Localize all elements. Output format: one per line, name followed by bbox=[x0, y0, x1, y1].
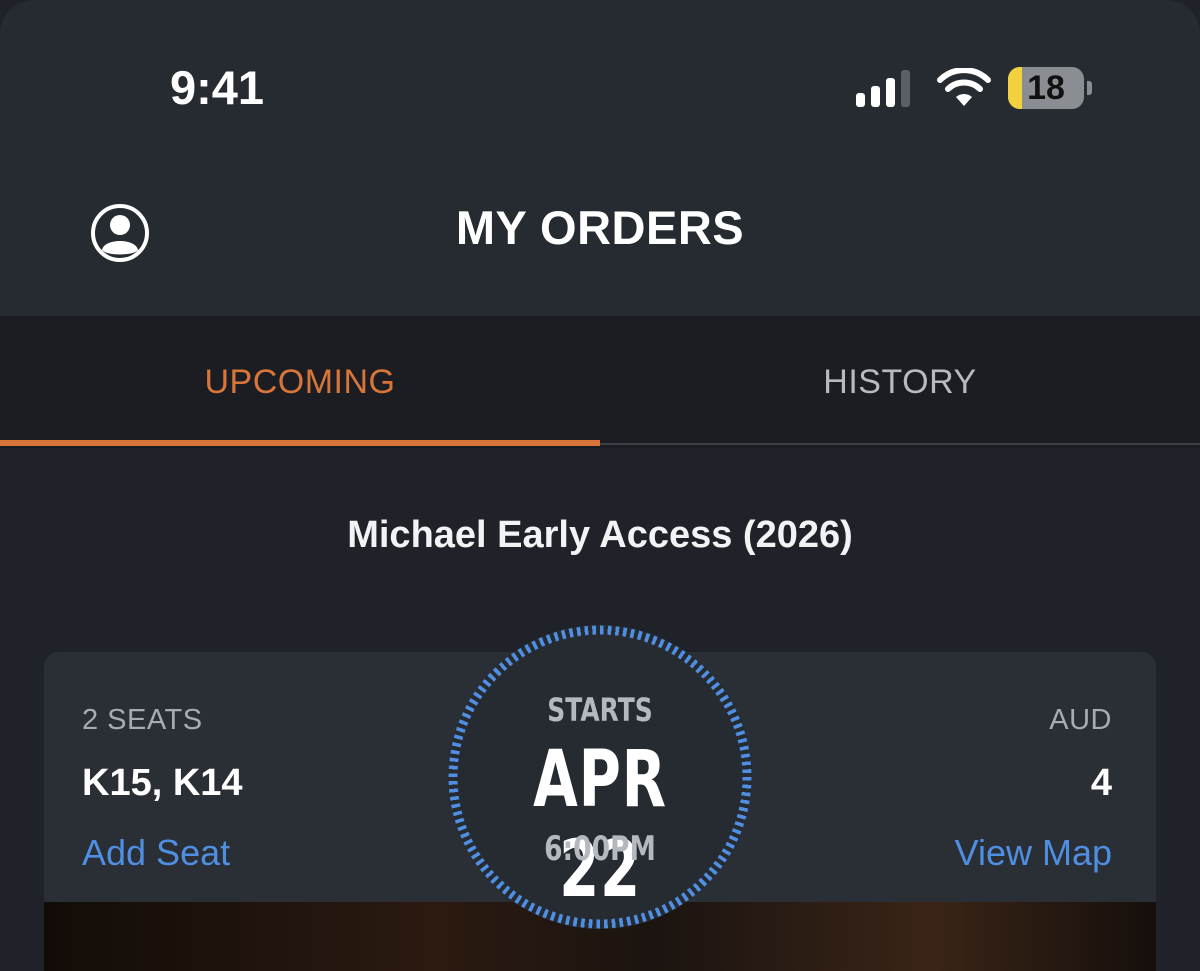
tab-history[interactable]: HISTORY bbox=[600, 316, 1200, 448]
movie-title: Michael Early Access (2026) bbox=[347, 514, 853, 556]
auditorium-number: 4 bbox=[1090, 762, 1112, 804]
auditorium-label: AUD bbox=[1049, 704, 1112, 736]
view-map-link[interactable]: View Map bbox=[955, 832, 1112, 874]
header: 9:41 18 MY ORDERS bbox=[0, 0, 1200, 316]
wifi-icon bbox=[937, 68, 991, 106]
page-title: MY ORDERS bbox=[455, 201, 745, 254]
battery-tip bbox=[1087, 81, 1092, 95]
showtime-time: 6:00PM bbox=[544, 829, 656, 869]
seat-numbers: K15, K14 bbox=[82, 762, 243, 804]
tab-bar: UPCOMING HISTORY bbox=[0, 316, 1200, 448]
active-tab-indicator bbox=[0, 440, 600, 446]
tab-divider bbox=[600, 443, 1200, 445]
screen: 9:41 18 MY ORDERS UPCOMING HISTORY Micha… bbox=[0, 0, 1200, 971]
battery-icon: 18 bbox=[1008, 67, 1092, 109]
battery-body: 18 bbox=[1008, 67, 1084, 109]
showtime-dial: STARTS APR 22 6:00PM bbox=[448, 625, 752, 929]
starts-label: STARTS bbox=[547, 691, 653, 729]
showtime-date: APR 22 bbox=[533, 735, 667, 915]
add-seat-link[interactable]: Add Seat bbox=[82, 832, 230, 874]
status-time: 9:41 bbox=[170, 61, 265, 114]
battery-level: 18 bbox=[1027, 68, 1065, 107]
tab-upcoming[interactable]: UPCOMING bbox=[0, 316, 600, 448]
seats-count-label: 2 SEATS bbox=[82, 704, 203, 736]
cellular-signal-icon bbox=[856, 69, 910, 107]
status-icons: 18 bbox=[856, 66, 1092, 110]
